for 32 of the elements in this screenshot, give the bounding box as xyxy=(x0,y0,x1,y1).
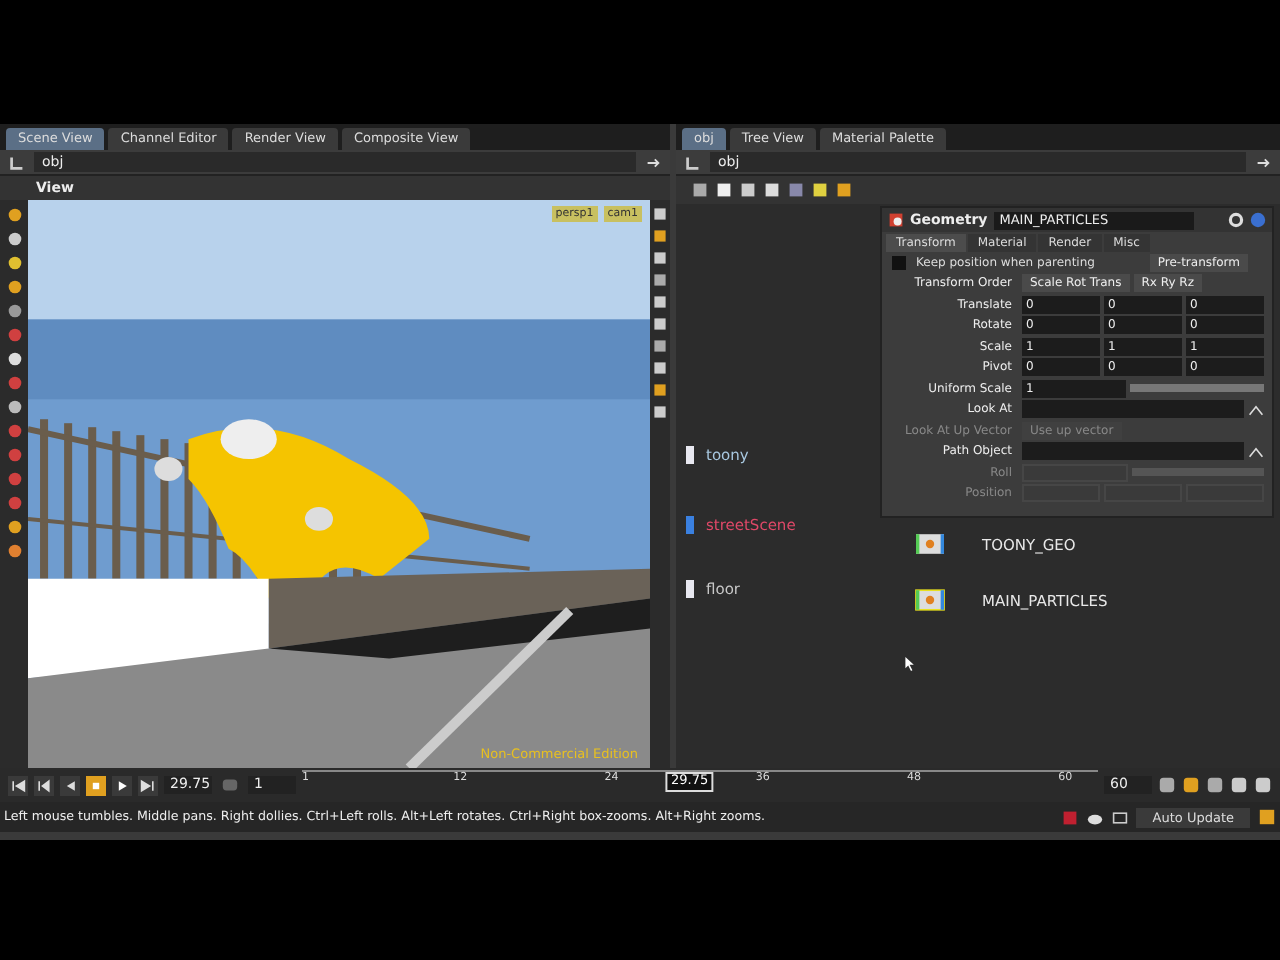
geometry-icon xyxy=(888,212,904,228)
slider-fill[interactable] xyxy=(1129,384,1264,393)
step-back-icon xyxy=(36,777,52,793)
path-field[interactable] xyxy=(1022,442,1244,461)
stop-icon xyxy=(88,777,104,793)
network-icon xyxy=(8,153,26,171)
play-reverse-icon xyxy=(62,777,78,793)
alert-icon[interactable] xyxy=(1062,809,1079,825)
skip-start-icon xyxy=(10,777,26,793)
mouse-cursor-icon xyxy=(904,656,918,672)
subnet-node-icon[interactable] xyxy=(680,514,700,536)
display-icon[interactable] xyxy=(1112,809,1129,825)
network-icon xyxy=(684,153,702,171)
playback-button[interactable] xyxy=(138,775,158,795)
help-icon[interactable] xyxy=(1250,212,1266,228)
node-chooser-icon[interactable] xyxy=(1248,401,1264,418)
skip-end-icon xyxy=(140,777,156,793)
path-field[interactable] xyxy=(1022,400,1244,419)
cloud-icon[interactable] xyxy=(1086,809,1105,825)
checkbox[interactable] xyxy=(892,255,906,270)
cook-icon[interactable] xyxy=(1258,808,1276,826)
subnet-node-icon[interactable] xyxy=(680,578,700,600)
playback-button[interactable] xyxy=(112,775,132,795)
node-chooser-icon[interactable] xyxy=(1248,443,1264,460)
playback-button[interactable] xyxy=(8,775,28,795)
subnet-node-icon[interactable] xyxy=(680,444,700,466)
step-toggle-icon[interactable] xyxy=(218,776,242,794)
settings-icon[interactable] xyxy=(1228,212,1244,228)
play-icon xyxy=(114,777,130,793)
playback-button[interactable] xyxy=(60,775,80,795)
playback-button[interactable] xyxy=(86,775,106,795)
playback-button[interactable] xyxy=(34,775,54,795)
